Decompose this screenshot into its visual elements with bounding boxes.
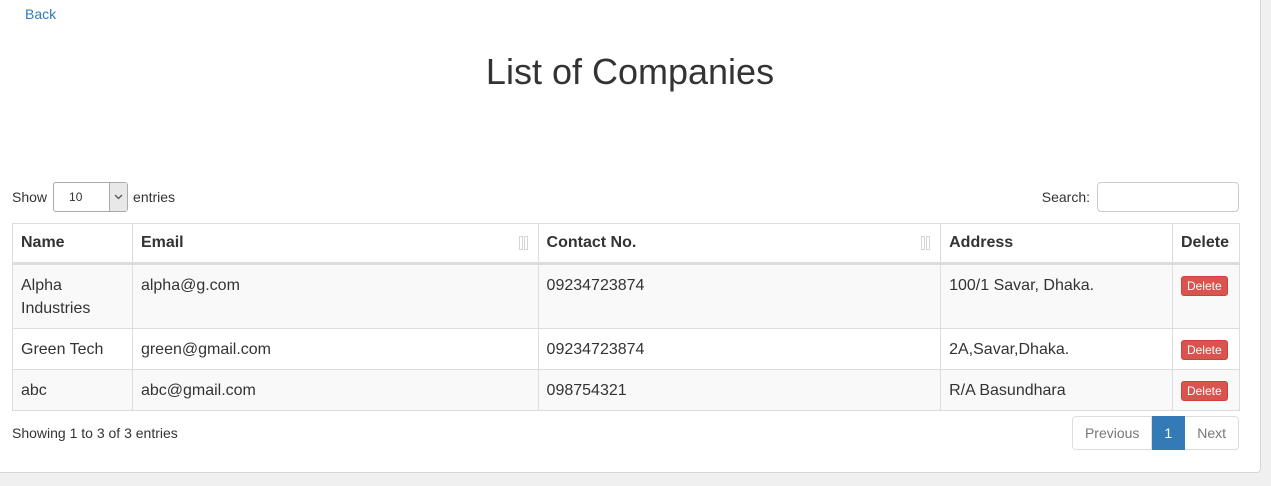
- sort-icon: [921, 236, 931, 255]
- sort-icon: [518, 236, 528, 255]
- cell-delete: Delete: [1171, 263, 1241, 329]
- search-control: Search:: [1042, 182, 1239, 212]
- back-link[interactable]: Back: [25, 6, 56, 22]
- cell-delete: Delete: [1171, 328, 1241, 370]
- companies-table: Name Email Contact No. Address Delete Al…: [12, 223, 1241, 411]
- table-header-row: Name Email Contact No. Address Delete: [12, 223, 1241, 265]
- column-header-address[interactable]: Address: [940, 223, 1173, 265]
- column-header-name[interactable]: Name: [12, 223, 133, 265]
- cell-delete: Delete: [1171, 369, 1241, 411]
- cell-name: Alpha Industries: [12, 263, 133, 329]
- search-label: Search:: [1041, 189, 1090, 205]
- column-header-delete: Delete: [1171, 223, 1241, 265]
- table-row: Green Tech green@gmail.com 09234723874 2…: [12, 328, 1241, 370]
- next-page-button[interactable]: Next: [1185, 416, 1239, 450]
- table-row: Alpha Industries alpha@g.com 09234723874…: [12, 263, 1241, 329]
- cell-contact: 09234723874: [537, 263, 942, 329]
- main-panel: Back List of Companies Show 10 entries S…: [0, 0, 1261, 473]
- delete-button[interactable]: Delete: [1180, 276, 1228, 296]
- cell-address: 100/1 Savar, Dhaka.: [940, 263, 1173, 329]
- cell-email: abc@gmail.com: [131, 369, 539, 411]
- cell-email: alpha@g.com: [131, 263, 539, 329]
- delete-button[interactable]: Delete: [1180, 340, 1228, 360]
- cell-contact: 09234723874: [537, 328, 942, 370]
- page-1-button[interactable]: 1: [1152, 416, 1186, 450]
- entries-length-value: 10: [69, 190, 83, 204]
- entries-label: entries: [133, 189, 176, 205]
- pagination: Previous 1 Next: [1071, 416, 1239, 450]
- column-header-email[interactable]: Email: [131, 223, 539, 265]
- chevron-down-icon: [109, 183, 128, 211]
- entries-length-select[interactable]: 10: [53, 182, 129, 212]
- column-header-contact[interactable]: Contact No.: [537, 223, 942, 265]
- previous-page-button[interactable]: Previous: [1071, 416, 1153, 450]
- table-info: Showing 1 to 3 of 3 entries: [12, 425, 178, 441]
- entries-length-control: Show 10 entries: [12, 182, 175, 212]
- cell-address: 2A,Savar,Dhaka.: [940, 328, 1173, 370]
- show-label: Show: [12, 189, 48, 205]
- cell-name: Green Tech: [12, 328, 133, 370]
- cell-name: abc: [12, 369, 133, 411]
- cell-address: R/A Basundhara: [940, 369, 1173, 411]
- cell-email: green@gmail.com: [131, 328, 539, 370]
- delete-button[interactable]: Delete: [1180, 381, 1228, 401]
- search-input[interactable]: [1097, 182, 1239, 212]
- page-title: List of Companies: [485, 51, 775, 92]
- table-row: abc abc@gmail.com 098754321 R/A Basundha…: [12, 369, 1241, 411]
- cell-contact: 098754321: [537, 369, 942, 411]
